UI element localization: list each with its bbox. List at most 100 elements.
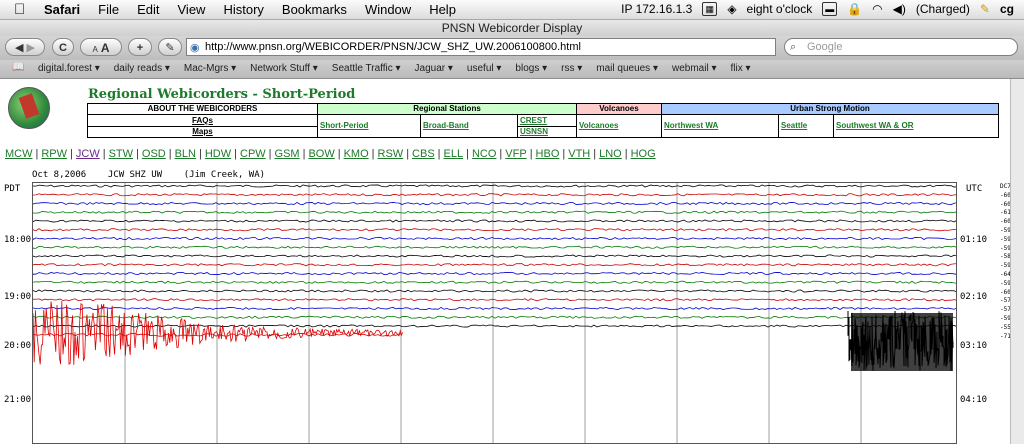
- text-size-button[interactable]: A A: [80, 38, 122, 56]
- left-time-label: 18:00: [4, 235, 32, 245]
- left-time-label: 21:00: [4, 395, 32, 405]
- station-link-cbs[interactable]: CBS: [412, 148, 435, 160]
- station-link-hog[interactable]: HOG: [631, 148, 656, 160]
- station-link-bln[interactable]: BLN: [175, 148, 196, 160]
- station-link-osd[interactable]: OSD: [142, 148, 166, 160]
- trace-line: [33, 289, 956, 293]
- search-field[interactable]: ⌕ Google: [784, 38, 1018, 56]
- station-separator: |: [529, 148, 533, 160]
- station-link-vfp[interactable]: VFP: [505, 148, 526, 160]
- station-link-mcw[interactable]: MCW: [5, 148, 33, 160]
- bookmark-item[interactable]: blogs ▾: [515, 63, 547, 74]
- station-separator: |: [437, 148, 441, 160]
- station-separator: |: [466, 148, 469, 160]
- right-timezone: UTC: [966, 184, 983, 194]
- nav-about[interactable]: ABOUT THE WEBICORDERS: [87, 103, 318, 115]
- nav-short-period[interactable]: Short-Period: [317, 114, 421, 138]
- trace-line: [33, 210, 956, 214]
- bookmark-item[interactable]: webmail ▾: [672, 63, 716, 74]
- left-time-label: 19:00: [4, 292, 32, 302]
- page-title: Regional Webicorders - Short-Period: [88, 87, 356, 102]
- nav-northwest-wa[interactable]: Northwest WA: [661, 114, 779, 138]
- station-separator: |: [371, 148, 375, 160]
- nav-seattle[interactable]: Seattle: [778, 114, 834, 138]
- pencil-icon[interactable]: ✎: [980, 2, 990, 16]
- address-bar[interactable]: ◉ http://www.pnsn.org/WEBICORDER/PNSN/JC…: [186, 38, 776, 56]
- battery-status[interactable]: (Charged): [916, 2, 970, 16]
- station-link-gsm[interactable]: GSM: [275, 148, 300, 160]
- bookmark-item[interactable]: Network Stuff ▾: [250, 63, 318, 74]
- menu-bookmarks[interactable]: Bookmarks: [282, 2, 347, 17]
- station-link-rpw[interactable]: RPW: [41, 148, 67, 160]
- nav-broad-band[interactable]: Broad-Band: [420, 114, 518, 138]
- lock-icon[interactable]: 🔒: [847, 2, 862, 16]
- vertical-scrollbar[interactable]: [1010, 79, 1024, 444]
- back-icon[interactable]: ◀: [15, 42, 23, 54]
- bookmark-item[interactable]: useful ▾: [467, 63, 501, 74]
- nav-usnsn[interactable]: USNSN: [517, 126, 577, 138]
- edit-button[interactable]: ✎: [158, 38, 182, 56]
- text-smaller-icon[interactable]: A: [92, 45, 97, 54]
- bookmark-item[interactable]: daily reads ▾: [114, 63, 170, 74]
- menu-window[interactable]: Window: [365, 2, 411, 17]
- nav-volcanoes[interactable]: Volcanoes: [576, 114, 662, 138]
- station-link-hbo[interactable]: HBO: [536, 148, 560, 160]
- menu-help[interactable]: Help: [429, 2, 456, 17]
- nav-maps[interactable]: Maps: [87, 126, 318, 138]
- nav-crest[interactable]: CREST: [517, 114, 577, 127]
- station-link-ell[interactable]: ELL: [444, 148, 464, 160]
- bookmark-item[interactable]: Mac-Mgrs ▾: [184, 63, 236, 74]
- trace-line: [33, 254, 956, 258]
- station-link-jcw[interactable]: JCW: [76, 148, 100, 160]
- add-bookmark-button[interactable]: +: [128, 38, 152, 56]
- plot-header: Oct 8,2006 JCW SHZ UW (Jim Creek, WA): [32, 170, 265, 180]
- menu-view[interactable]: View: [178, 2, 206, 17]
- menu-edit[interactable]: Edit: [137, 2, 159, 17]
- bookmark-item[interactable]: Jaguar ▾: [415, 63, 453, 74]
- nav-southwest-wa-or[interactable]: Southwest WA & OR: [833, 114, 999, 138]
- station-separator: |: [199, 148, 202, 160]
- user-menu[interactable]: cg: [1000, 2, 1014, 16]
- diamond-icon[interactable]: ◈: [727, 2, 736, 16]
- reload-button[interactable]: C: [52, 38, 74, 56]
- station-separator: |: [168, 148, 172, 160]
- station-separator: |: [302, 148, 306, 160]
- calendar-icon[interactable]: ▦: [702, 2, 718, 16]
- station-separator: |: [35, 148, 39, 160]
- clock-text[interactable]: eight o'clock: [747, 2, 813, 16]
- wifi-icon[interactable]: ◠: [872, 2, 882, 16]
- display-icon[interactable]: ▬: [822, 2, 838, 16]
- text-larger-icon[interactable]: A: [101, 41, 110, 55]
- station-link-nco[interactable]: NCO: [472, 148, 496, 160]
- station-link-lno[interactable]: LNO: [599, 148, 622, 160]
- station-link-hdw[interactable]: HDW: [205, 148, 231, 160]
- pnsn-logo-icon[interactable]: [8, 87, 50, 129]
- trace-line: [33, 184, 956, 188]
- trace-line: [33, 193, 956, 197]
- browser-toolbar: ◀ ▶ C A A + ✎ ◉ http://www.pnsn.org/WEBI…: [0, 36, 1024, 60]
- bookmark-item[interactable]: flix ▾: [730, 63, 750, 74]
- station-link-bow[interactable]: BOW: [308, 148, 334, 160]
- bookmark-items: digital.forest ▾ daily reads ▾ Mac-Mgrs ▾ N…: [38, 63, 751, 74]
- bookmark-item[interactable]: rss ▾: [561, 63, 582, 74]
- station-link-cpw[interactable]: CPW: [240, 148, 266, 160]
- apple-menu-icon[interactable]: : [14, 1, 25, 18]
- menu-safari[interactable]: Safari: [44, 2, 80, 17]
- bookmarks-book-icon[interactable]: 📖: [12, 62, 24, 73]
- menu-history[interactable]: History: [223, 2, 263, 17]
- bookmark-item[interactable]: mail queues ▾: [596, 63, 658, 74]
- station-separator: |: [499, 148, 503, 160]
- station-link-vth[interactable]: VTH: [568, 148, 590, 160]
- ip-address[interactable]: IP 172.16.1.3: [621, 2, 692, 16]
- bookmark-item[interactable]: Seattle Traffic ▾: [332, 63, 401, 74]
- station-link-stw[interactable]: STW: [109, 148, 133, 160]
- station-link-kmo[interactable]: KMO: [344, 148, 369, 160]
- bookmark-item[interactable]: digital.forest ▾: [38, 63, 100, 74]
- menu-file[interactable]: File: [98, 2, 119, 17]
- station-separator: |: [562, 148, 566, 160]
- forward-icon[interactable]: ▶: [27, 42, 35, 54]
- station-link-rsw[interactable]: RSW: [378, 148, 404, 160]
- volume-icon[interactable]: ◀): [893, 2, 906, 16]
- back-forward-button[interactable]: ◀ ▶: [5, 38, 45, 56]
- nav-faqs[interactable]: FAQs: [87, 114, 318, 127]
